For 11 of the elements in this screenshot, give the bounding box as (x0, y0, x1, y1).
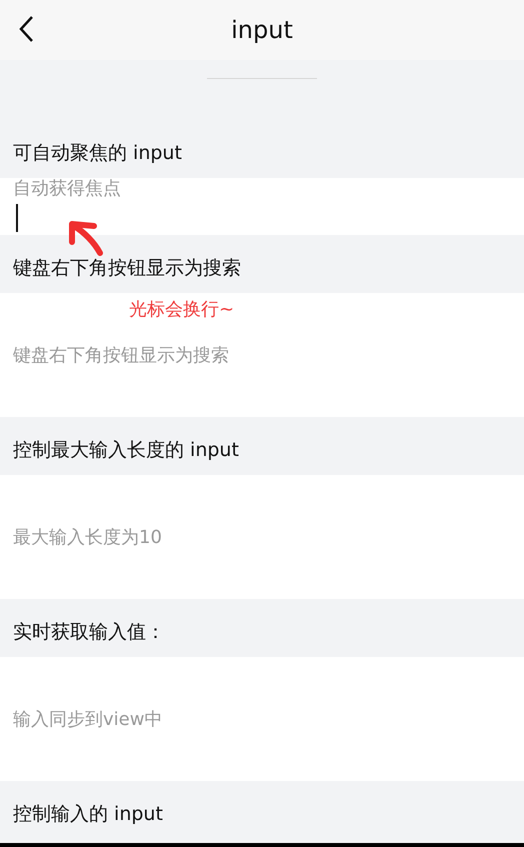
input-field[interactable]: 输入同步到view中 (0, 657, 524, 781)
input-field[interactable]: 最大输入长度为10 (0, 475, 524, 599)
section-title: 控制输入的 input (13, 802, 163, 827)
section-title: 键盘右下角按钮显示为搜索 (13, 256, 241, 281)
nav-title: input (231, 15, 293, 46)
section-title: 实时获取输入值： (13, 620, 165, 645)
section-title: 控制最大输入长度的 input (13, 438, 239, 463)
input-field[interactable]: 自动获得焦点 (0, 178, 524, 235)
annotation-text: 光标会换行~ (129, 298, 234, 322)
text-cursor (16, 204, 18, 232)
section-title: 可自动聚焦的 input (13, 141, 182, 166)
